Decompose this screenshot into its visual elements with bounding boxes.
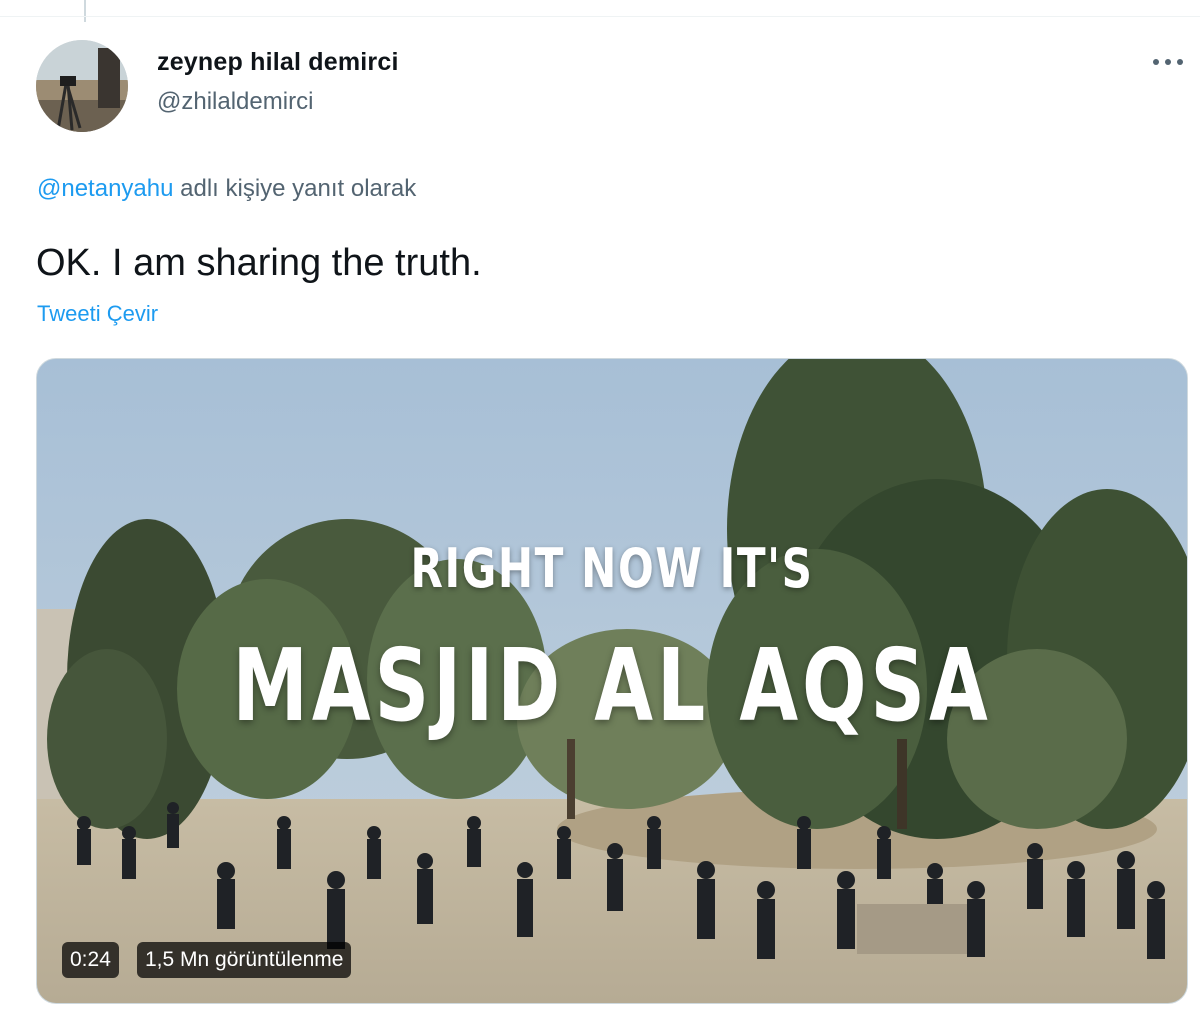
display-name[interactable]: zeynep hilal demirci (157, 48, 399, 77)
video-views-badge: 1,5 Mn görüntülenme (137, 942, 352, 978)
user-handle[interactable]: @zhilaldemirci (157, 88, 313, 116)
video-player[interactable]: RIGHT NOW IT'S MASJID AL AQSA 0:24 1,5 M… (36, 358, 1188, 1004)
more-options-button[interactable] (1148, 50, 1188, 74)
divider (0, 16, 1200, 17)
more-horizontal-icon (1153, 59, 1183, 65)
reply-mention-link[interactable]: @netanyahu (37, 175, 173, 202)
reply-context-text: adlı kişiye yanıt olarak (173, 175, 417, 202)
tweet-text: OK. I am sharing the truth. (36, 242, 482, 284)
thread-connector-line (84, 0, 86, 22)
video-overlay-subtitle: MASJID AL AQSA (232, 627, 992, 744)
translate-tweet-link[interactable]: Tweeti Çevir (37, 301, 158, 327)
video-overlay-title: RIGHT NOW IT'S (410, 537, 814, 600)
avatar[interactable] (36, 40, 128, 132)
reply-context: @netanyahu adlı kişiye yanıt olarak (37, 175, 416, 203)
video-duration-badge: 0:24 (62, 942, 119, 978)
